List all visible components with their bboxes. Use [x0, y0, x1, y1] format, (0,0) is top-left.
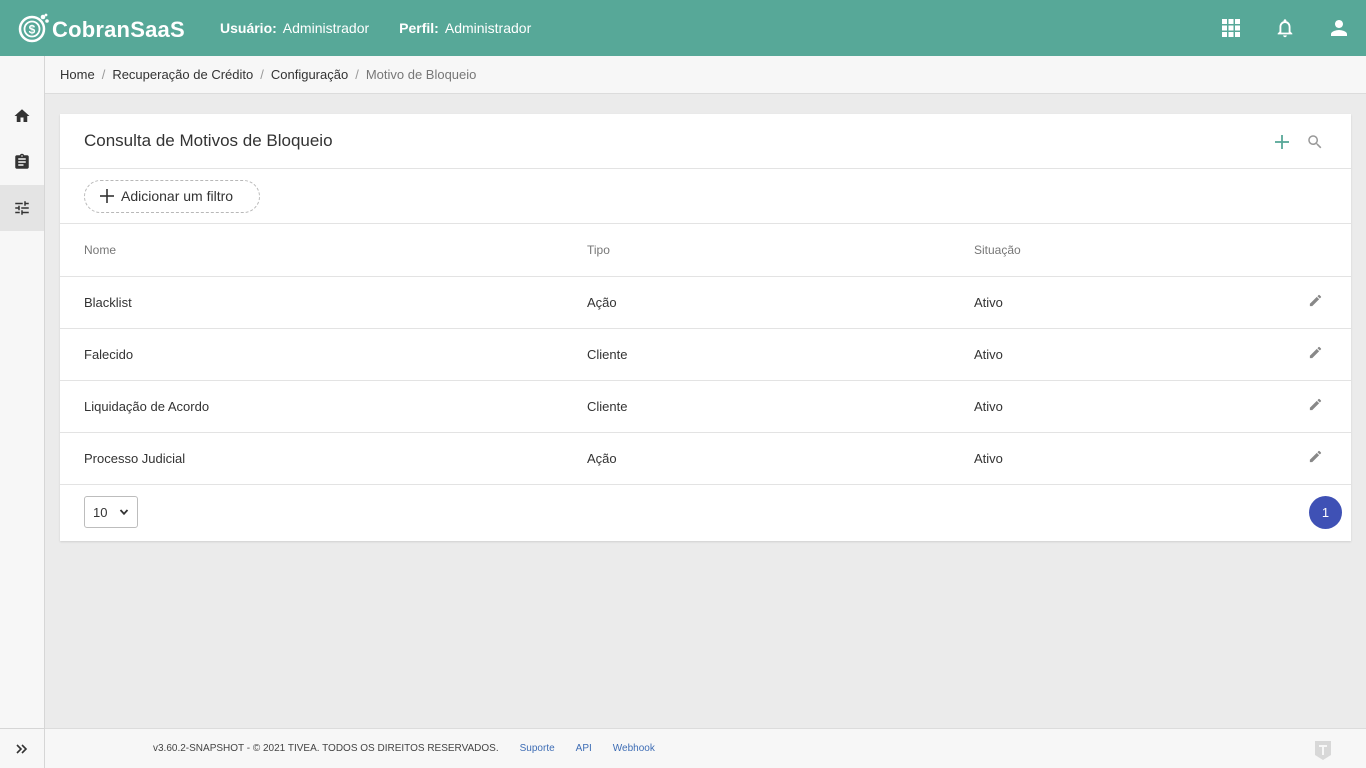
breadcrumb-separator: / [101, 67, 106, 82]
add-filter-label: Adicionar um filtro [121, 188, 234, 204]
table-footer: 10 1 [60, 485, 1351, 540]
profile-label: Perfil: [399, 20, 439, 36]
cell-tipo: Cliente [587, 380, 974, 433]
footer-link-suporte[interactable]: Suporte [520, 743, 555, 754]
sliders-icon [15, 201, 29, 215]
table-row[interactable]: Falecido Cliente Ativo [60, 328, 1351, 381]
breadcrumb-separator: / [260, 67, 264, 82]
column-header-tipo[interactable]: Tipo [587, 224, 974, 277]
table-row[interactable]: Blacklist Ação Ativo [60, 276, 1351, 329]
data-table: Nome Tipo Situação Blacklist Ação Ativo … [60, 224, 1351, 485]
svg-text:$: $ [29, 23, 36, 37]
table-row[interactable]: Liquidação de Acordo Cliente Ativo [60, 380, 1351, 433]
cell-nome: Blacklist [60, 276, 587, 329]
logo-text: CobranSaaS [52, 17, 185, 42]
plus-icon [100, 189, 114, 203]
cell-tipo: Cliente [587, 328, 974, 381]
plus-icon [1274, 134, 1289, 149]
logo-coin-icon: $ [18, 13, 49, 43]
cell-nome: Liquidação de Acordo [60, 380, 587, 433]
user-info: Usuário: Administrador Perfil: Administr… [220, 20, 561, 36]
footer-link-webhook[interactable]: Webhook [613, 743, 655, 754]
cell-actions [1274, 380, 1351, 433]
column-header-nome[interactable]: Nome [60, 224, 587, 277]
footer: v3.60.2-SNAPSHOT - © 2021 TIVEA. TODOS O… [45, 728, 1366, 768]
page-size-select[interactable]: 10 [84, 496, 138, 528]
cell-nome: Falecido [60, 328, 587, 381]
edit-icon[interactable] [1308, 397, 1323, 415]
sidebar [0, 56, 45, 768]
add-button[interactable] [1265, 134, 1298, 150]
app-logo[interactable]: $ CobranSaaS [18, 12, 198, 44]
footer-link-api[interactable]: API [576, 743, 592, 754]
cell-actions [1274, 328, 1351, 381]
apps-grid-icon[interactable] [1204, 0, 1258, 56]
breadcrumb-separator: / [355, 67, 359, 82]
cell-tipo: Ação [587, 276, 974, 329]
page-title: Consulta de Motivos de Bloqueio [84, 131, 333, 150]
cell-situacao: Ativo [974, 328, 1274, 381]
top-icons [1204, 0, 1366, 56]
chevron-down-icon [119, 509, 129, 516]
filter-row: Adicionar um filtro [60, 169, 1351, 224]
cell-situacao: Ativo [974, 276, 1274, 329]
add-filter-button[interactable]: Adicionar um filtro [84, 179, 260, 213]
cell-actions [1274, 432, 1351, 485]
brand-logo-icon [1313, 739, 1333, 764]
edit-icon[interactable] [1308, 345, 1323, 363]
sidebar-item-home[interactable] [0, 93, 44, 139]
profile-value: Administrador [444, 20, 532, 36]
breadcrumb: Home / Recuperação de Crédito / Configur… [45, 56, 1366, 94]
page-button-current[interactable]: 1 [1309, 495, 1342, 529]
top-bar: $ CobranSaaS Usuário: Administrador Perf… [0, 0, 1366, 56]
card-header: Consulta de Motivos de Bloqueio [60, 114, 1351, 169]
breadcrumb-recuperacao[interactable]: Recuperação de Crédito [112, 67, 253, 82]
search-icon [1307, 134, 1321, 148]
user-value: Administrador [282, 20, 370, 36]
home-icon [14, 109, 30, 122]
cell-situacao: Ativo [974, 432, 1274, 485]
sidebar-item-settings[interactable] [0, 185, 44, 231]
column-header-situacao[interactable]: Situação [974, 224, 1274, 277]
double-chevron-right-icon [16, 743, 28, 754]
user-icon[interactable] [1312, 0, 1366, 56]
breadcrumb-current: Motivo de Bloqueio [365, 67, 477, 82]
sidebar-expand-button[interactable] [0, 728, 44, 768]
edit-icon[interactable] [1308, 293, 1323, 311]
cell-situacao: Ativo [974, 380, 1274, 433]
bell-icon[interactable] [1258, 0, 1312, 56]
edit-icon[interactable] [1308, 449, 1323, 467]
breadcrumb-configuracao[interactable]: Configuração [271, 67, 348, 82]
user-label: Usuário: [220, 20, 277, 36]
table-row[interactable]: Processo Judicial Ação Ativo [60, 432, 1351, 485]
cell-tipo: Ação [587, 432, 974, 485]
search-button[interactable] [1298, 133, 1331, 151]
main-card: Consulta de Motivos de Bloqueio Adiciona… [60, 114, 1351, 541]
table-header-row: Nome Tipo Situação [60, 224, 1351, 277]
sidebar-item-clipboard[interactable] [0, 139, 44, 185]
cell-actions [1274, 276, 1351, 329]
copyright-text: v3.60.2-SNAPSHOT - © 2021 TIVEA. TODOS O… [153, 743, 499, 754]
breadcrumb-home[interactable]: Home [60, 67, 95, 82]
clipboard-icon [15, 153, 29, 169]
column-header-actions [1274, 224, 1351, 277]
page-size-value: 10 [93, 504, 108, 520]
cell-nome: Processo Judicial [60, 432, 587, 485]
